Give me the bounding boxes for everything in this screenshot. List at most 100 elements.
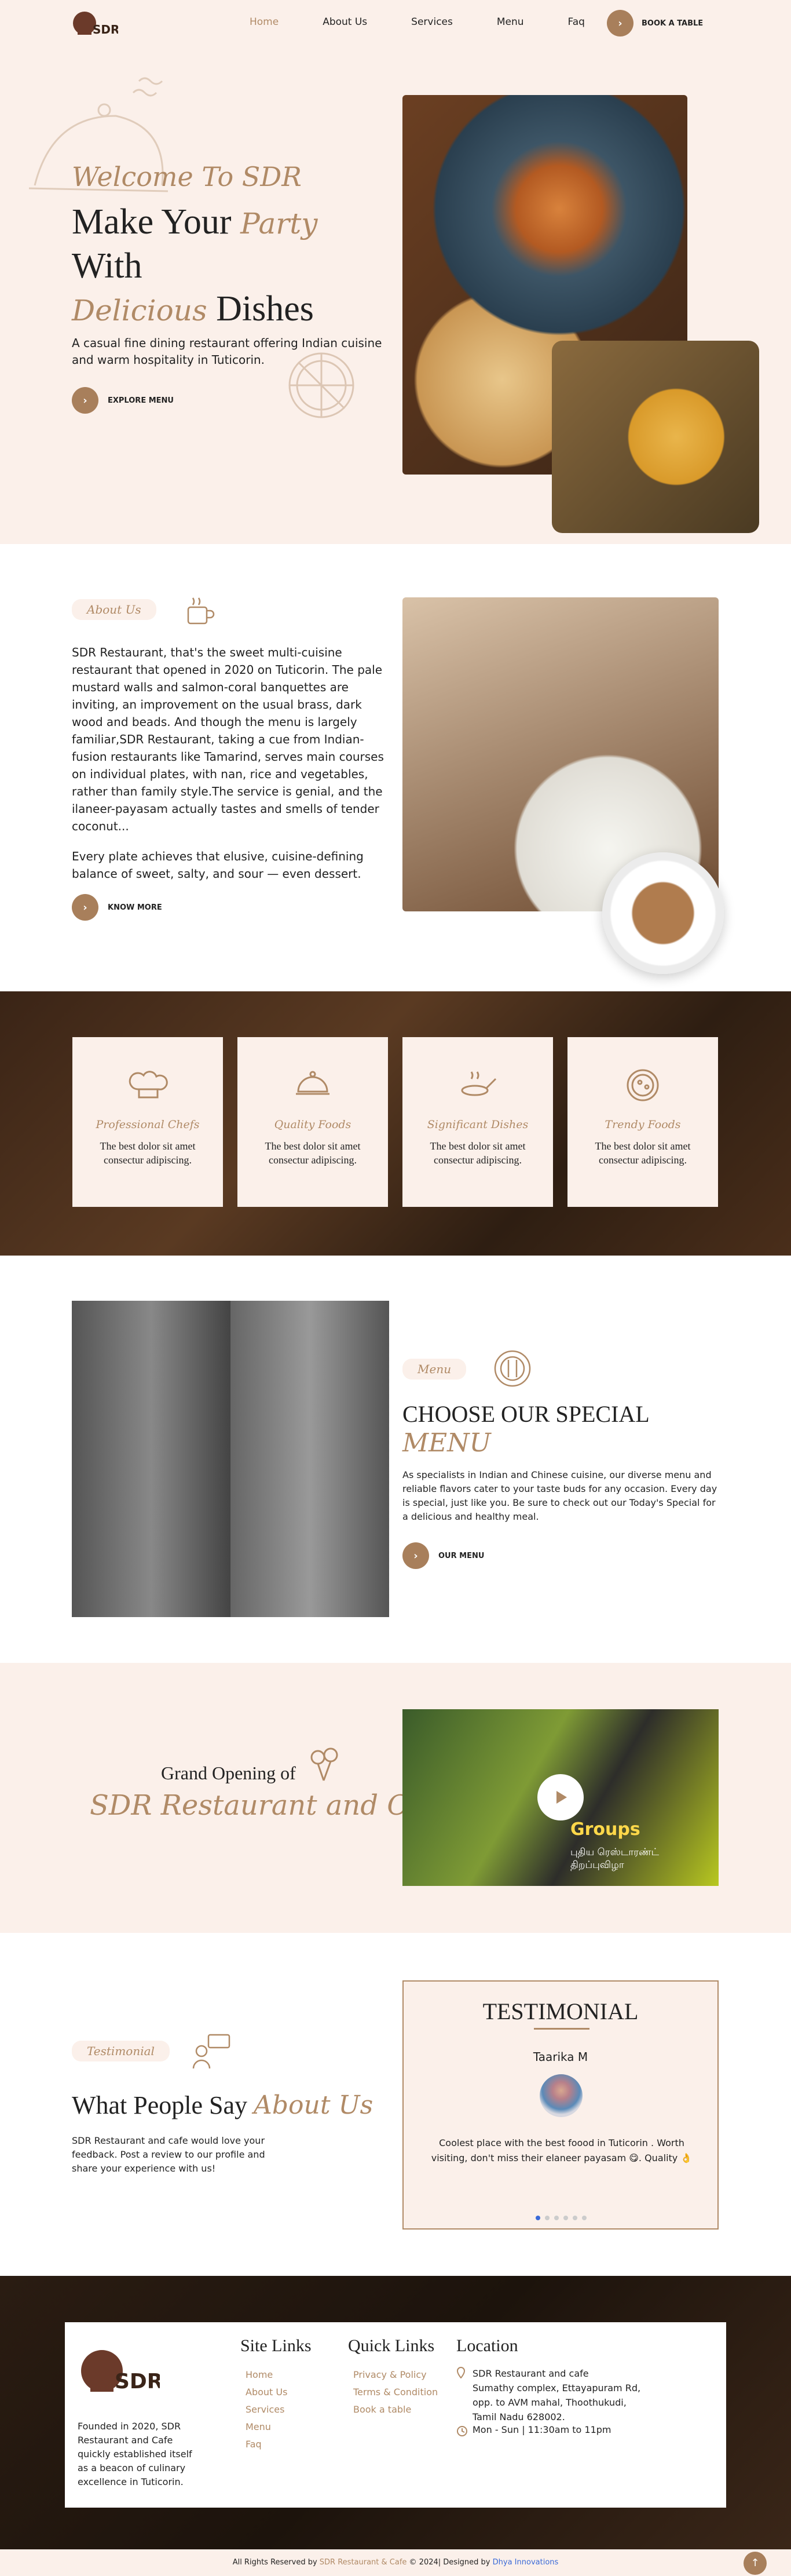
nav-faq[interactable]: Faq [546, 16, 607, 28]
coffee-cup-photo [602, 852, 724, 974]
footer-about: Founded in 2020, SDR Restaurant and Cafe… [78, 2421, 192, 2487]
play-button[interactable] [537, 1774, 584, 1820]
chevron-right-icon: › [72, 387, 98, 414]
carousel-dot[interactable] [563, 2216, 568, 2220]
chef-hat-icon [129, 1071, 168, 1099]
plate-cutlery-icon [494, 1350, 531, 1387]
location-pin-icon [456, 2367, 466, 2378]
chevron-right-icon: › [402, 1542, 429, 1569]
hero-headline-3: Delicious Dishes [72, 289, 314, 329]
footer-link-home[interactable]: Home [246, 2366, 287, 2384]
menu-description: As specialists in Indian and Chinese cui… [402, 1469, 717, 1522]
footer-link-privacy[interactable]: Privacy & Policy [353, 2366, 438, 2384]
dish-icon [461, 1071, 497, 1096]
testimonial-section: Testimonial What People Say About Us SDR… [0, 1933, 791, 2276]
review-quote: Coolest place with the best foood in Tut… [431, 2137, 693, 2163]
footer-link-about[interactable]: About Us [246, 2384, 287, 2401]
carousel-dot[interactable] [582, 2216, 587, 2220]
our-menu-button[interactable]: › OUR MENU [402, 1542, 484, 1569]
feature-professional-chefs: Professional Chefs The best dolor sit ame… [72, 1037, 223, 1207]
grand-opening-section: Grand Opening of SDR Restaurant and Cafe… [0, 1663, 791, 1933]
menu-subtitle: MENU [402, 1428, 491, 1458]
about-badge: About Us [72, 599, 156, 620]
footer-link-faq[interactable]: Faq [246, 2436, 287, 2453]
sdr-footer-logo: SDR [81, 2350, 160, 2393]
carousel-dot[interactable] [536, 2216, 540, 2220]
title-divider [534, 2028, 589, 2030]
feature-trendy-foods: Trendy Foods The best dolor sit amet cons… [567, 1037, 718, 1207]
carousel-dot[interactable] [573, 2216, 577, 2220]
arrow-up-icon: ↑ [750, 2557, 760, 2569]
svg-text:SDR: SDR [93, 23, 118, 37]
footer-card: SDR Founded in 2020, SDR Restaurant and … [65, 2322, 726, 2508]
video-groups-text: Groups [570, 1819, 640, 1840]
main-menu: Home About Us Services Menu Faq [228, 16, 607, 28]
dosa-photo [552, 341, 759, 533]
explore-menu-button[interactable]: › EXPLORE MENU [72, 387, 174, 414]
copyright-bar: All Rights Reserved by SDR Restaurant & … [0, 2549, 791, 2576]
chevron-right-icon: › [72, 894, 98, 921]
footer-link-services[interactable]: Services [246, 2401, 287, 2418]
chevron-right-icon: › [607, 10, 633, 37]
footer-link-menu[interactable]: Menu [246, 2418, 287, 2436]
pizza-icon [627, 1069, 659, 1101]
clock-icon [457, 2426, 467, 2436]
testimonial-card-title: TESTIMONIAL [482, 1998, 639, 2024]
feature-significant-dishes: Significant Dishes The best dolor sit ame… [402, 1037, 553, 1207]
hero-section: Welcome To SDR Make Your Party With Deli… [0, 0, 791, 544]
menu-collage-photo [72, 1301, 389, 1617]
chat-person-icon [192, 2034, 230, 2069]
know-more-button[interactable]: › KNOW MORE [72, 894, 162, 921]
opening-video[interactable]: Groups புதிய ரெஸ்டாரண்ட் திறப்புவிழா [402, 1709, 719, 1886]
quicklinks-list: Privacy & Policy Terms & Condition Book … [353, 2366, 438, 2418]
carousel-dots [536, 2216, 587, 2220]
footer-link-terms[interactable]: Terms & Condition [353, 2384, 438, 2401]
grand-opening-line: Grand Opening of [161, 1763, 296, 1783]
testimonial-card: TESTIMONIAL Taarika M Coolest place with… [402, 1980, 719, 2230]
reviewer-name: Taarika M [533, 2050, 588, 2064]
play-icon [556, 1791, 567, 1804]
balloons-icon [310, 1747, 338, 1781]
hero-welcome: Welcome To SDR [72, 161, 302, 192]
footer-address: SDR Restaurant and cafe Sumathy complex, … [473, 2368, 641, 2422]
sitelinks-list: Home About Us Services Menu Faq [246, 2366, 287, 2453]
coffee-icon [187, 597, 215, 625]
hero-headline-2: With [72, 246, 142, 286]
cloche-icon [28, 77, 169, 192]
menu-title: CHOOSE OUR SPECIAL [402, 1401, 650, 1427]
hero-description: A casual fine dining restaurant offering… [72, 336, 382, 367]
location-title: Location [456, 2336, 518, 2355]
video-tamil-text: புதிய ரெஸ்டாரண்ட் திறப்புவிழா [570, 1847, 660, 1871]
designer-link[interactable]: Dhya Innovations [493, 2558, 559, 2567]
nav-menu[interactable]: Menu [475, 16, 546, 28]
reviewer-avatar [540, 2074, 583, 2117]
footer-link-book[interactable]: Book a table [353, 2401, 438, 2418]
nav-services[interactable]: Services [389, 16, 475, 28]
hero-headline-1: Make Your Party [72, 202, 318, 242]
restaurant-name: SDR Restaurant and Cafe [90, 1789, 452, 1822]
carousel-dot[interactable] [545, 2216, 550, 2220]
top-navigation: SDR Home About Us Services Menu Faq › BOO… [0, 0, 791, 48]
sdr-logo[interactable]: SDR [72, 6, 118, 42]
about-paragraph-2: Every plate achieves that elusive, cuisi… [72, 849, 364, 881]
menu-section: Menu CHOOSE OUR SPECIAL MENU As speciali… [0, 1256, 791, 1663]
menu-badge: Menu [402, 1359, 467, 1380]
nav-about[interactable]: About Us [301, 16, 389, 28]
footer-section: SDR Founded in 2020, SDR Restaurant and … [0, 2276, 791, 2549]
about-paragraph-1: SDR Restaurant, that's the sweet multi-c… [72, 645, 384, 833]
svg-text:SDR: SDR [115, 2370, 160, 2393]
quicklinks-title: Quick Links [348, 2336, 435, 2355]
about-section: About Us SDR Restaurant, that's the swee… [0, 544, 791, 991]
copyright-brand-link[interactable]: SDR Restaurant & Cafe [320, 2558, 407, 2567]
book-table-button[interactable]: › BOOK A TABLE [607, 10, 703, 37]
testimonial-heading: What People Say About Us [72, 2090, 373, 2120]
testimonial-description: SDR Restaurant and cafe would love your … [72, 2135, 265, 2174]
nav-home[interactable]: Home [228, 16, 301, 28]
footer-hours: Mon - Sun | 11:30am to 11pm [473, 2424, 611, 2435]
food-tray-icon [296, 1071, 329, 1095]
feature-quality-foods: Quality Foods The best dolor sit amet con… [237, 1037, 388, 1207]
scroll-top-button[interactable]: ↑ [744, 2552, 767, 2575]
testimonial-badge: Testimonial [72, 2041, 170, 2061]
carousel-dot[interactable] [554, 2216, 559, 2220]
sitelinks-title: Site Links [240, 2336, 312, 2355]
